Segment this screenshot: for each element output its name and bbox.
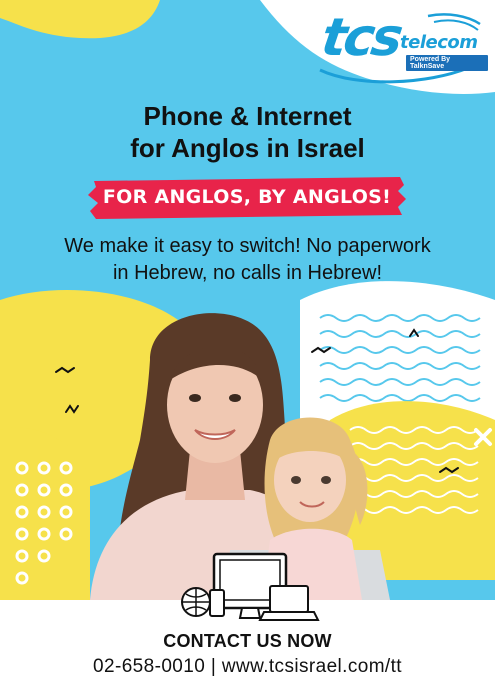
ribbon-banner: FOR ANGLOS, BY ANGLOS!	[88, 177, 406, 219]
brand-logo: tcs telecom Powered By TalknSave	[318, 8, 488, 90]
logo-wordmark: tcs	[317, 8, 404, 68]
ribbon-text: FOR ANGLOS, BY ANGLOS!	[102, 186, 392, 208]
logo-tagline: Powered By TalknSave	[406, 55, 488, 71]
headline: Phone & Internet for Anglos in Israel	[0, 100, 495, 164]
contact-cta: CONTACT US NOW	[163, 631, 332, 651]
subheadline-line-2: in Hebrew, no calls in Hebrew!	[112, 262, 382, 284]
devices-globe-icon	[181, 552, 320, 621]
contact-details[interactable]: 02-658-0010 | www.tcsisrael.com/tt	[0, 656, 495, 678]
ad-banner: tcs telecom Powered By TalknSave Phone &…	[0, 0, 495, 684]
subheadline: We make it easy to switch! No paperwork …	[0, 233, 495, 287]
subheadline-line-1: We make it easy to switch! No paperwork	[64, 235, 431, 257]
headline-line-1: Phone & Internet	[143, 101, 352, 131]
logo-subword: telecom	[400, 32, 478, 53]
headline-line-2: for Anglos in Israel	[130, 133, 365, 163]
